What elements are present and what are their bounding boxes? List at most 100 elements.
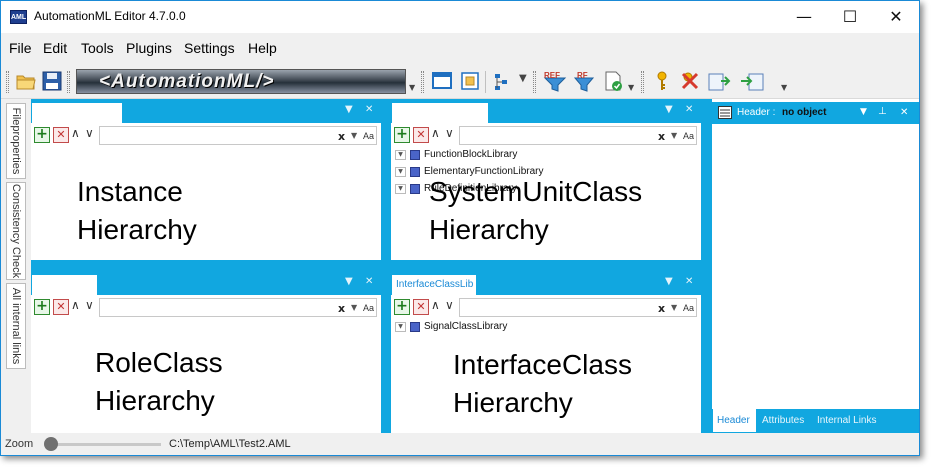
title-bar: AML AutomationML Editor 4.7.0.0 — ☐ ✕ [1,1,919,33]
chevron-down-icon[interactable]: ▼ [665,104,673,115]
search-options-dropdown[interactable]: ▼ [671,303,677,312]
window-layout-icon[interactable] [431,70,453,92]
tab-internal-links[interactable]: Internal Links [817,415,876,426]
close-icon[interactable]: ✕ [365,276,373,287]
move-up-button[interactable]: ∧ [71,126,80,140]
delete-button[interactable]: ✕ [413,127,429,143]
search-options-dropdown[interactable]: ▼ [351,131,357,140]
expand-toggle[interactable]: ▼ [395,184,406,194]
move-down-button[interactable]: ∨ [85,298,94,312]
move-down-button[interactable]: ∨ [445,298,454,312]
ref-filter-icon[interactable]: REF [542,70,568,92]
tab-interface-class-lib[interactable]: InterfaceClassLib [391,274,477,295]
expand-toggle[interactable]: ▼ [395,150,406,160]
library-icon [410,150,420,160]
add-button[interactable]: + [34,299,50,315]
status-bar: Zoom C:\Temp\AML\Test2.AML [1,433,919,455]
clear-search-button[interactable]: x [658,302,665,315]
clear-search-button[interactable]: x [338,130,345,143]
panel-tab[interactable] [31,102,123,123]
chevron-down-icon[interactable]: ▼ [345,104,353,115]
close-icon[interactable]: ✕ [900,107,908,118]
match-case-toggle[interactable]: Aa [683,303,694,313]
save-icon[interactable] [41,70,63,92]
chevron-down-icon[interactable]: ▼ [519,73,527,84]
toolbar-grip[interactable] [6,71,9,93]
menu-tools[interactable]: Tools [81,40,114,56]
search-input[interactable]: x ▼ Aa [459,126,697,145]
match-case-toggle[interactable]: Aa [363,303,374,313]
menu-help[interactable]: Help [248,40,277,56]
system-unit-class-panel: ▼ ✕ + ✕ ∧ ∨ x ▼ Aa ▼ FunctionBlockLibrar… [391,99,701,260]
menu-file[interactable]: File [9,40,32,56]
tab-header[interactable]: Header [712,409,757,433]
chevron-down-icon[interactable]: ▼ [409,83,415,92]
delete-button[interactable]: ✕ [413,299,429,315]
close-icon[interactable]: ✕ [685,104,693,115]
add-button[interactable]: + [394,127,410,143]
pin-icon[interactable]: ⊥ [878,106,887,117]
move-down-button[interactable]: ∨ [85,126,94,140]
delete-key-icon[interactable] [679,70,701,92]
move-up-button[interactable]: ∧ [431,298,440,312]
delete-button[interactable]: ✕ [53,127,69,143]
maximize-button[interactable]: ☐ [827,1,873,33]
tab-label: Consistency Check [10,183,22,279]
tab-attributes[interactable]: Attributes [762,415,804,426]
clear-search-button[interactable]: x [338,302,345,315]
delete-button[interactable]: ✕ [53,299,69,315]
import-icon[interactable] [739,70,767,92]
search-options-dropdown[interactable]: ▼ [351,303,357,312]
tab-consistency-check[interactable]: Consistency Check [6,182,26,280]
match-case-toggle[interactable]: Aa [363,131,374,141]
hierarchy-caption: SystemUnitClass Hierarchy [429,176,643,245]
toolbar-grip[interactable] [421,71,424,93]
expand-toggle[interactable]: ▼ [395,322,406,332]
search-input[interactable]: x ▼ Aa [99,126,377,145]
close-icon[interactable]: ✕ [685,276,693,287]
toolbar-grip[interactable] [67,71,70,93]
expand-toggle[interactable]: ▼ [395,167,406,177]
fit-view-icon[interactable] [459,70,481,92]
rf-filter-icon[interactable]: RF [572,70,596,92]
clear-search-button[interactable]: x [658,130,665,143]
zoom-slider-track[interactable] [47,443,161,446]
search-input[interactable]: x ▼ Aa [459,298,697,317]
search-options-dropdown[interactable]: ▼ [671,131,677,140]
match-case-toggle[interactable]: Aa [683,131,694,141]
move-up-button[interactable]: ∧ [71,298,80,312]
file-path: C:\Temp\AML\Test2.AML [169,438,291,450]
chevron-down-icon[interactable]: ▼ [781,83,787,92]
minimize-button[interactable]: — [781,1,827,33]
app-window: AML AutomationML Editor 4.7.0.0 — ☐ ✕ Fi… [0,0,920,456]
panel-tab[interactable] [391,102,489,123]
move-down-button[interactable]: ∨ [445,126,454,140]
panel-tab[interactable] [31,274,98,295]
tab-fileproperties[interactable]: Fileproperties [6,103,26,179]
menu-plugins[interactable]: Plugins [126,40,172,56]
toolbar-grip[interactable] [641,71,644,93]
add-button[interactable]: + [34,127,50,143]
search-input[interactable]: x ▼ Aa [99,298,377,317]
export-icon[interactable] [707,70,735,92]
hierarchy-icon[interactable] [491,70,513,92]
validate-document-icon[interactable] [602,70,624,92]
chevron-down-icon[interactable]: ▼ [665,276,673,287]
library-icon [410,322,420,332]
hierarchy-caption: InterfaceClass Hierarchy [453,349,632,418]
chevron-down-icon[interactable]: ▼ [345,276,353,287]
menu-edit[interactable]: Edit [43,40,67,56]
zoom-slider-thumb[interactable] [44,437,58,451]
menu-settings[interactable]: Settings [184,40,235,56]
tab-all-internal-links[interactable]: All internal links [6,283,26,369]
toolbar-grip[interactable] [533,71,536,93]
chevron-down-icon[interactable]: ▼ [860,107,867,117]
chevron-down-icon[interactable]: ▼ [628,83,634,92]
move-up-button[interactable]: ∧ [431,126,440,140]
instance-hierarchy-panel: ▼ ✕ + ✕ ∧ ∨ x ▼ Aa Instance Hierarchy [31,99,381,260]
open-folder-icon[interactable] [15,70,37,92]
close-button[interactable]: ✕ [873,1,919,33]
key-icon[interactable] [651,70,673,92]
close-icon[interactable]: ✕ [365,104,373,115]
add-button[interactable]: + [394,299,410,315]
